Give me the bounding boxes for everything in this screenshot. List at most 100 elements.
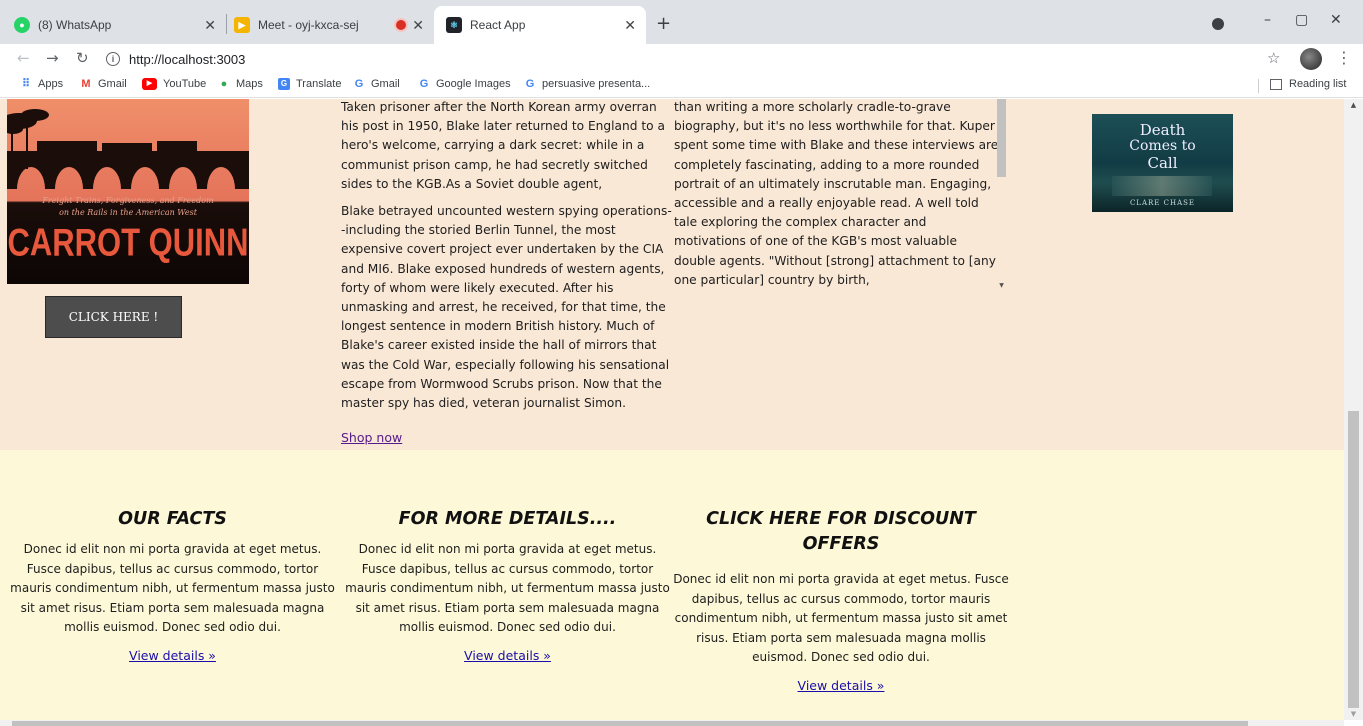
book-cover-image: Freight Trains, Forgiveness, and Freedom… bbox=[7, 99, 249, 284]
bookmark-label: Translate bbox=[296, 78, 342, 90]
city-skyline-illustration bbox=[1112, 176, 1212, 196]
translate-icon: G bbox=[278, 78, 290, 90]
book-subtitle: Freight Trains, Forgiveness, and Freedom… bbox=[7, 195, 249, 219]
book-description: Taken prisoner after the North Korean ar… bbox=[341, 99, 676, 421]
bookmark-label: Apps bbox=[38, 78, 64, 90]
fact-body: Donec id elit non mi porta gravida at eg… bbox=[673, 572, 1009, 664]
url-text[interactable]: http://localhost:3003 bbox=[129, 52, 245, 67]
maximize-button[interactable]: ▢ bbox=[1295, 12, 1308, 28]
book2-author: CLARE CHASE bbox=[1129, 199, 1196, 207]
fact-body: Donec id elit non mi porta gravida at eg… bbox=[345, 542, 670, 634]
google-icon: G bbox=[419, 78, 429, 90]
bookmark-gmail-2[interactable]: G Gmail bbox=[353, 78, 400, 90]
book-subtitle-line: on the Rails in the American West bbox=[59, 208, 197, 217]
minimize-button[interactable]: – bbox=[1264, 12, 1271, 28]
click-here-button[interactable]: CLICK HERE ! bbox=[45, 296, 182, 338]
bookmark-maps[interactable]: ● Maps bbox=[218, 78, 263, 90]
view-details-link[interactable]: View details » bbox=[464, 648, 551, 663]
bookmark-label: Google Images bbox=[436, 78, 511, 90]
book-section: Freight Trains, Forgiveness, and Freedom… bbox=[0, 99, 1344, 450]
description-paragraph: Taken prisoner after the North Korean ar… bbox=[341, 100, 665, 191]
reading-list-icon bbox=[1270, 78, 1282, 90]
maps-pin-icon: ● bbox=[220, 78, 228, 90]
recording-icon bbox=[396, 20, 406, 30]
reload-icon[interactable]: ↻ bbox=[76, 49, 89, 67]
scroll-down-icon[interactable]: ▼ bbox=[997, 282, 1006, 289]
close-window-button[interactable]: ✕ bbox=[1330, 12, 1342, 28]
bookmark-youtube[interactable]: ▶ YouTube bbox=[142, 78, 206, 90]
bookmark-gmail[interactable]: M Gmail bbox=[80, 78, 127, 90]
bookmark-translate[interactable]: G Translate bbox=[278, 78, 341, 90]
apps-grid-icon: ⠿ bbox=[21, 78, 31, 90]
browser-toolbar: ← → ↻ i http://localhost:3003 ☆ ⋮ bbox=[0, 44, 1363, 74]
reading-list-button[interactable]: Reading list bbox=[1270, 78, 1346, 90]
book-subtitle-line: Freight Trains, Forgiveness, and Freedom bbox=[42, 196, 214, 205]
fact-heading: CLICK HERE FOR DISCOUNT OFFERS bbox=[706, 509, 976, 554]
book2-title-line: Death bbox=[1139, 121, 1186, 139]
profile-menu-icon[interactable] bbox=[1212, 18, 1224, 30]
address-bar[interactable]: i http://localhost:3003 bbox=[106, 47, 1256, 71]
google-icon: G bbox=[354, 78, 364, 90]
tab-title: React App bbox=[470, 18, 526, 32]
review-scrollbar[interactable]: ▼ bbox=[997, 99, 1006, 291]
back-arrow-icon[interactable]: ← bbox=[17, 49, 30, 67]
fact-column: FOR MORE DETAILS.... Donec id elit non m… bbox=[340, 507, 675, 664]
scroll-down-icon[interactable]: ▼ bbox=[1344, 710, 1363, 718]
bookmark-persuasive[interactable]: Gpersuasive presenta... bbox=[524, 78, 651, 90]
bookmark-label: YouTube bbox=[163, 78, 207, 90]
train-bridge-illustration bbox=[7, 141, 249, 189]
book-author: CARROT QUINN bbox=[7, 220, 249, 265]
view-details-link[interactable]: View details » bbox=[129, 648, 216, 663]
scrollbar-thumb[interactable] bbox=[1348, 411, 1359, 708]
tab-meet[interactable]: ▶ Meet - oyj-kxca-sej ✕ bbox=[234, 6, 434, 44]
close-tab-icon[interactable]: ✕ bbox=[624, 17, 636, 34]
youtube-icon: ▶ bbox=[142, 78, 157, 90]
review-text: than writing a more scholarly cradle-to-… bbox=[674, 100, 999, 287]
bookmark-google-images[interactable]: G Google Images bbox=[418, 78, 511, 90]
bookmarks-separator bbox=[1258, 79, 1259, 93]
view-details-link[interactable]: View details » bbox=[798, 678, 885, 693]
book-cover-2-image: Death Comes to Call CLARE CHASE bbox=[1092, 114, 1233, 212]
review-scroll-box[interactable]: than writing a more scholarly cradle-to-… bbox=[674, 99, 1007, 291]
fact-heading: OUR FACTS bbox=[118, 509, 227, 529]
bookmark-star-icon[interactable]: ☆ bbox=[1267, 49, 1280, 67]
bookmark-apps[interactable]: ⠿ Apps bbox=[20, 78, 63, 90]
scroll-up-icon[interactable]: ▲ bbox=[1344, 101, 1363, 109]
bookmark-label: Gmail bbox=[98, 78, 127, 90]
tab-title: Meet - oyj-kxca-sej bbox=[258, 18, 359, 32]
fact-column: CLICK HERE FOR DISCOUNT OFFERS Donec id … bbox=[673, 507, 1009, 694]
shop-now-link[interactable]: Shop now bbox=[341, 430, 402, 445]
bookmark-label: Maps bbox=[236, 78, 263, 90]
book2-title-line: Call bbox=[1147, 154, 1178, 172]
page-horizontal-scrollbar[interactable] bbox=[0, 720, 1344, 726]
browser-tab-strip: ● (8) WhatsApp ✕ ▶ Meet - oyj-kxca-sej ✕… bbox=[0, 0, 1363, 44]
forward-arrow-icon[interactable]: → bbox=[46, 49, 59, 67]
new-tab-button[interactable]: + bbox=[656, 13, 671, 34]
fact-body: Donec id elit non mi porta gravida at eg… bbox=[10, 542, 335, 634]
site-info-icon[interactable]: i bbox=[106, 52, 120, 66]
page-viewport: Freight Trains, Forgiveness, and Freedom… bbox=[0, 99, 1363, 726]
google-icon: G bbox=[525, 78, 535, 90]
fact-heading: FOR MORE DETAILS.... bbox=[398, 509, 617, 529]
scrollbar-thumb[interactable] bbox=[12, 721, 1248, 726]
bookmarks-bar: ⠿ Apps M Gmail ▶ YouTube ● Maps G Translate G… bbox=[0, 74, 1363, 98]
profile-avatar[interactable] bbox=[1300, 48, 1322, 70]
description-paragraph: Blake betrayed uncounted western spying … bbox=[341, 204, 672, 411]
book2-title-line: Comes to bbox=[1129, 138, 1196, 154]
gmail-icon: M bbox=[81, 78, 91, 90]
more-menu-icon[interactable]: ⋮ bbox=[1336, 48, 1352, 67]
google-meet-icon: ▶ bbox=[234, 17, 250, 33]
bookmark-label: persuasive presenta... bbox=[542, 78, 651, 90]
scrollbar-thumb[interactable] bbox=[997, 99, 1006, 177]
fact-column: OUR FACTS Donec id elit non mi porta gra… bbox=[5, 507, 340, 664]
close-tab-icon[interactable]: ✕ bbox=[412, 17, 424, 34]
react-logo-icon: ⚛ bbox=[446, 17, 462, 33]
page-vertical-scrollbar[interactable]: ▲ ▼ bbox=[1344, 99, 1363, 720]
tab-react-app[interactable]: ⚛ React App ✕ bbox=[434, 6, 646, 44]
tab-separator bbox=[226, 14, 227, 34]
whatsapp-icon: ● bbox=[14, 17, 30, 33]
tab-title: (8) WhatsApp bbox=[38, 18, 112, 32]
close-tab-icon[interactable]: ✕ bbox=[204, 17, 216, 34]
reading-list-label: Reading list bbox=[1289, 78, 1347, 90]
tab-whatsapp[interactable]: ● (8) WhatsApp ✕ bbox=[14, 6, 226, 44]
